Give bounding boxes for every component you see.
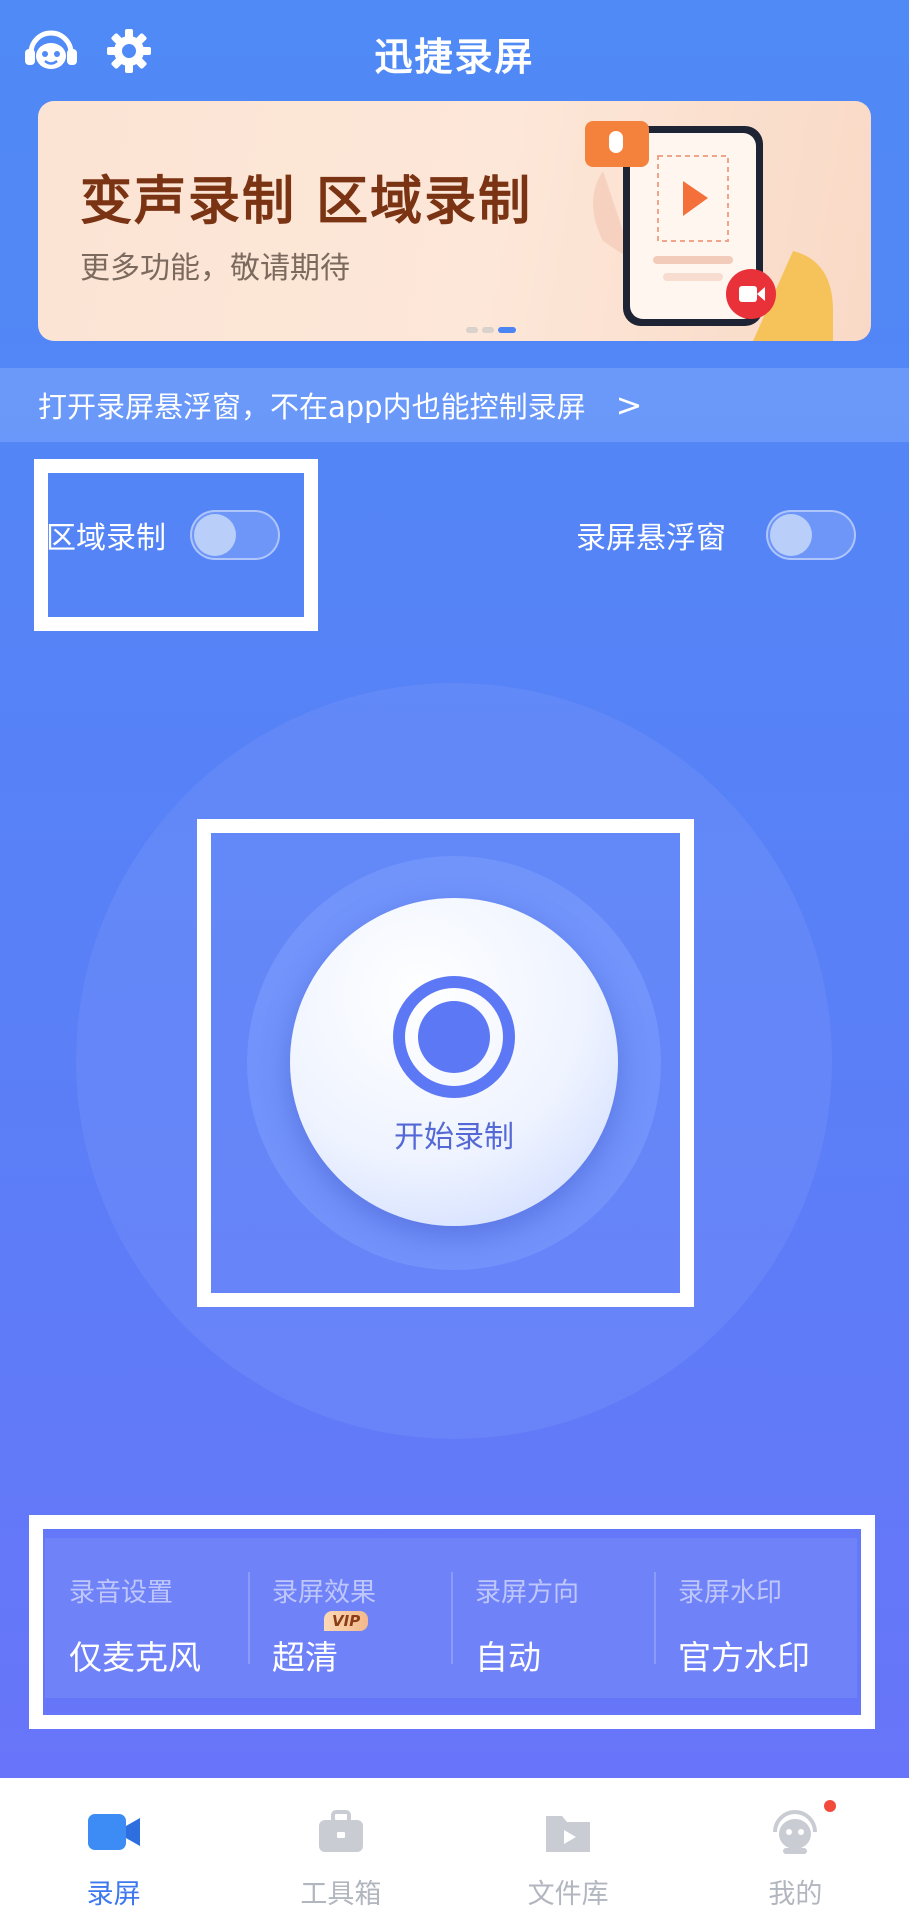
highlight-box-record [197, 819, 694, 1307]
profile-avatar-icon [767, 1804, 823, 1860]
floating-window-label: 录屏悬浮窗 [576, 521, 726, 556]
tab-record[interactable]: 录屏 [0, 1778, 227, 1921]
tab-toolbox[interactable]: 工具箱 [227, 1778, 454, 1921]
folder-play-icon [540, 1804, 596, 1860]
chevron-right-icon: > [615, 386, 643, 424]
notice-text: 打开录屏悬浮窗，不在app内也能控制录屏 [38, 390, 586, 424]
top-bar: 迅捷录屏 [0, 0, 909, 100]
banner-dot[interactable] [482, 327, 494, 333]
notification-dot [823, 1800, 836, 1812]
floating-window-row: 录屏悬浮窗 [576, 505, 856, 565]
tab-label: 工具箱 [300, 1879, 382, 1910]
switch-knob [770, 514, 812, 556]
bottom-tab-bar: 录屏 工具箱 文件库 我的 [0, 1778, 909, 1921]
video-camera-icon [86, 1804, 142, 1860]
toolbox-icon [313, 1804, 369, 1860]
banner-subline: 更多功能，敬请期待 [80, 251, 350, 286]
banner-headline: 变声录制 区域录制 [80, 172, 533, 232]
banner-dot-active[interactable] [498, 327, 516, 333]
highlight-box-settings [29, 1515, 875, 1729]
tab-label: 我的 [768, 1879, 823, 1910]
highlight-box-region [34, 459, 318, 631]
floating-window-notice[interactable]: 打开录屏悬浮窗，不在app内也能控制录屏 > [0, 368, 909, 442]
tab-label: 文件库 [527, 1879, 609, 1910]
tab-mine[interactable]: 我的 [682, 1778, 909, 1921]
banner-dot[interactable] [466, 327, 478, 333]
floating-window-switch[interactable] [766, 510, 856, 560]
tab-label: 录屏 [86, 1879, 141, 1910]
phone-recording-illustration [585, 121, 833, 341]
promo-banner[interactable]: 变声录制 区域录制 更多功能，敬请期待 [38, 101, 871, 341]
banner-pagination [466, 327, 516, 333]
tab-files[interactable]: 文件库 [455, 1778, 682, 1921]
app-title: 迅捷录屏 [374, 35, 535, 79]
